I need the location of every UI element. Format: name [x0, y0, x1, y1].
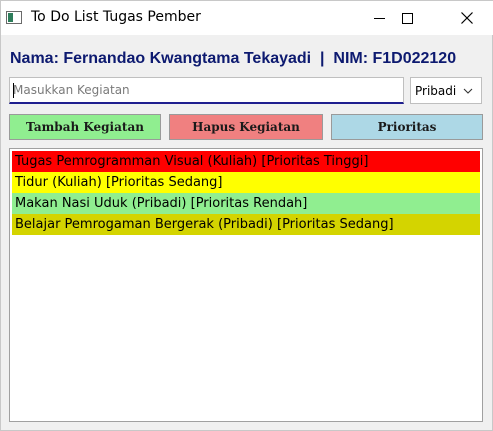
- delete-task-button[interactable]: Hapus Kegiatan: [169, 114, 323, 140]
- text-caret: [13, 83, 14, 98]
- task-list[interactable]: Tugas Pemrogramman Visual (Kuliah) [Prio…: [9, 148, 483, 422]
- priority-button[interactable]: Prioritas: [331, 114, 483, 140]
- category-selected-value: Pribadi: [415, 83, 457, 98]
- title-bar[interactable]: To Do List Tugas Pember: [1, 1, 493, 35]
- task-list-item[interactable]: Tidur (Kuliah) [Prioritas Sedang]: [12, 172, 480, 193]
- close-icon: [461, 12, 473, 24]
- app-window: To Do List Tugas Pember Nama: Fernandao …: [0, 0, 493, 431]
- chevron-down-icon: [463, 88, 473, 94]
- maximize-button[interactable]: [384, 1, 430, 35]
- task-list-item[interactable]: Tugas Pemrogramman Visual (Kuliah) [Prio…: [12, 151, 480, 172]
- student-info-label: Nama: Fernandao Kwangtama Tekayadi | NIM…: [10, 50, 457, 67]
- task-input[interactable]: [10, 78, 403, 102]
- category-select[interactable]: Pribadi: [410, 77, 482, 104]
- task-list-item[interactable]: Makan Nasi Uduk (Pribadi) [Prioritas Ren…: [12, 193, 480, 214]
- task-list-item[interactable]: Belajar Pemrogaman Bergerak (Pribadi) [P…: [12, 214, 480, 235]
- app-window-icon: [6, 11, 22, 24]
- maximize-icon: [401, 12, 413, 24]
- window-title: To Do List Tugas Pember: [31, 9, 201, 25]
- minimize-icon: [373, 17, 385, 19]
- add-task-button[interactable]: Tambah Kegiatan: [9, 114, 161, 140]
- task-input-field[interactable]: [9, 77, 404, 104]
- close-button[interactable]: [444, 1, 490, 35]
